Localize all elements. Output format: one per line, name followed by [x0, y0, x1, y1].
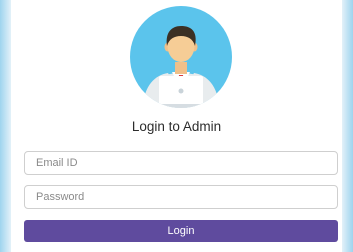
admin-avatar-icon: [130, 6, 232, 108]
page-edge-left: [0, 0, 11, 252]
email-field[interactable]: [24, 151, 338, 175]
login-card: Login to Admin Login: [11, 0, 342, 252]
login-button[interactable]: Login: [24, 220, 338, 242]
password-field[interactable]: [24, 185, 338, 209]
login-title: Login to Admin: [131, 119, 222, 134]
page-edge-right: [342, 0, 353, 252]
